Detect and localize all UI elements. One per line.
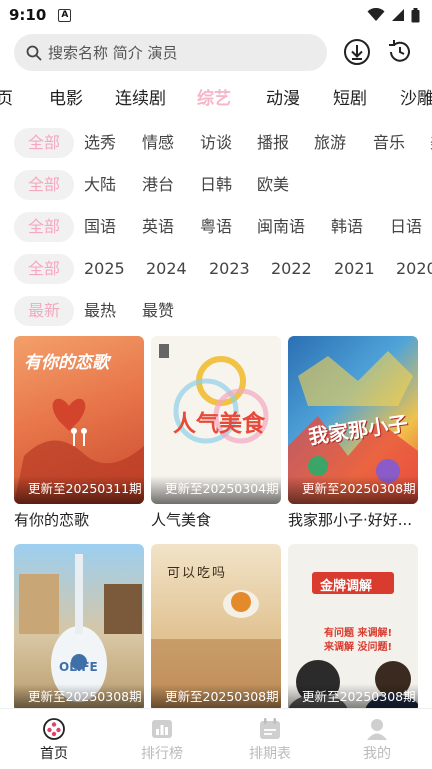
history-icon[interactable] xyxy=(385,37,415,67)
chip-language[interactable]: 闽南语 xyxy=(243,212,319,242)
poster[interactable]: 可以吃吗 更新至20250308期 xyxy=(151,544,281,712)
poster-slogan: 有问题 来调解! xyxy=(324,628,393,639)
poster-title: 有你的恋歌 xyxy=(24,353,109,373)
nav-label: 首页 xyxy=(40,746,68,762)
battery-icon xyxy=(411,7,420,22)
content-card[interactable]: OLIFE 更新至20250308期 xyxy=(14,544,144,712)
signal-icon xyxy=(392,9,404,21)
status-bar: 9:10 A xyxy=(0,0,432,30)
chip-genre-all[interactable]: 全部 xyxy=(14,128,75,158)
poster-title: 金牌调解 xyxy=(320,579,373,594)
chip-year[interactable]: 2021 xyxy=(320,254,389,284)
chip-year[interactable]: 2024 xyxy=(132,254,201,284)
status-icons xyxy=(367,7,420,23)
nav-label: 我的 xyxy=(363,746,391,762)
calendar-icon xyxy=(260,718,280,739)
chip-year[interactable]: 2025 xyxy=(70,254,139,284)
poster[interactable]: 有你的恋歌 更新至20250311期 xyxy=(14,336,144,504)
search-input[interactable]: 搜索名称 简介 演员 xyxy=(14,34,327,71)
chip-region[interactable]: 港台 xyxy=(128,170,188,200)
filter-sort: 最新 最热 最赞 xyxy=(0,296,432,330)
chip-language-all[interactable]: 全部 xyxy=(14,212,75,242)
episode-badge: 更新至20250304期 xyxy=(151,476,281,504)
nav-label: 排行榜 xyxy=(141,746,183,762)
chip-language[interactable]: 韩语 xyxy=(317,212,377,242)
tab-anime[interactable]: 动漫 xyxy=(266,84,300,109)
card-title: 人气美食 xyxy=(151,511,212,529)
poster[interactable]: 金牌调解 有问题 来调解! 来调解 没问题! 更新至20250308期 xyxy=(288,544,418,712)
search-icon xyxy=(26,45,42,60)
profile-icon xyxy=(367,719,387,740)
filter-region: 全部 大陆 港台 日韩 欧美 xyxy=(0,170,432,204)
chip-language[interactable]: 日语 xyxy=(376,212,432,242)
poster[interactable]: OLIFE 更新至20250308期 xyxy=(14,544,144,712)
chip-sort-liked[interactable]: 最赞 xyxy=(128,296,188,326)
poster-slogan: 来调解 没问题! xyxy=(324,642,393,653)
nav-home[interactable]: 首页 xyxy=(14,717,94,763)
home-reel-icon xyxy=(43,718,65,740)
content-card[interactable]: 可以吃吗 更新至20250308期 xyxy=(151,544,281,712)
nav-schedule[interactable]: 排期表 xyxy=(230,717,310,763)
content-card[interactable]: 金牌调解 有问题 来调解! 来调解 没问题! 更新至20250308期 xyxy=(288,544,418,712)
content-card[interactable]: 有你的恋歌 更新至20250311期 有你的恋歌 xyxy=(14,336,144,530)
chip-genre[interactable]: 访谈 xyxy=(186,128,246,158)
card-title: 我家那小子·好好... xyxy=(288,511,413,529)
chip-year[interactable]: 2023 xyxy=(195,254,264,284)
poster-title: OLIFE xyxy=(59,660,98,674)
search-placeholder: 搜索名称 简介 演员 xyxy=(48,44,178,62)
filter-year: 全部 2025 2024 2023 2022 2021 2020 xyxy=(0,254,432,288)
filter-genre: 全部 选秀 情感 访谈 播报 旅游 音乐 美 xyxy=(0,128,432,162)
status-time: 9:10 xyxy=(9,6,47,24)
download-icon[interactable] xyxy=(342,37,372,67)
chip-region[interactable]: 日韩 xyxy=(186,170,246,200)
chip-region[interactable]: 大陆 xyxy=(70,170,130,200)
chip-genre[interactable]: 情感 xyxy=(128,128,188,158)
chip-year[interactable]: 2022 xyxy=(257,254,326,284)
poster[interactable]: 我家那小子 更新至20250308期 xyxy=(288,336,418,504)
chip-genre[interactable]: 播报 xyxy=(243,128,303,158)
tab-variety[interactable]: 综艺 xyxy=(197,84,231,109)
chip-language[interactable]: 国语 xyxy=(70,212,130,242)
filter-language: 全部 国语 英语 粤语 闽南语 韩语 日语 xyxy=(0,212,432,246)
nav-profile[interactable]: 我的 xyxy=(337,717,417,763)
tab-funny[interactable]: 沙雕 xyxy=(400,84,432,109)
chip-genre[interactable]: 旅游 xyxy=(300,128,360,158)
search-row: 搜索名称 简介 演员 xyxy=(0,34,432,72)
content-card[interactable]: 人气美食 更新至20250304期 人气美食 xyxy=(151,336,281,530)
episode-badge: 更新至20250308期 xyxy=(288,476,418,504)
poster-title: 人气美食 xyxy=(173,411,265,437)
card-title: 有你的恋歌 xyxy=(14,511,90,529)
chip-genre[interactable]: 美 xyxy=(416,128,432,158)
chip-year-all[interactable]: 全部 xyxy=(14,254,75,284)
chip-sort-hot[interactable]: 最热 xyxy=(70,296,130,326)
tab-series[interactable]: 连续剧 xyxy=(115,84,166,109)
chip-language[interactable]: 粤语 xyxy=(186,212,246,242)
chart-icon xyxy=(152,720,172,738)
bottom-nav: 首页 排行榜 排期表 我的 xyxy=(0,708,432,769)
tab-movie[interactable]: 电影 xyxy=(49,84,83,109)
nav-ranking[interactable]: 排行榜 xyxy=(122,717,202,763)
tab-home-partial[interactable]: 页 xyxy=(0,84,13,109)
tab-short-drama[interactable]: 短剧 xyxy=(333,84,367,109)
chip-region[interactable]: 欧美 xyxy=(243,170,303,200)
content-card[interactable]: 我家那小子 更新至20250308期 我家那小子·好好... xyxy=(288,336,418,530)
episode-badge: 更新至20250311期 xyxy=(14,476,144,504)
poster[interactable]: 人气美食 更新至20250304期 xyxy=(151,336,281,504)
poster-title: 可以吃吗 xyxy=(167,566,228,581)
channel-tabs: 页 电影 连续剧 综艺 动漫 短剧 沙雕 xyxy=(0,80,432,112)
chip-region-all[interactable]: 全部 xyxy=(14,170,75,200)
nav-label: 排期表 xyxy=(249,746,291,762)
notification-icon: A xyxy=(58,8,72,22)
chip-genre[interactable]: 选秀 xyxy=(70,128,130,158)
chip-genre[interactable]: 音乐 xyxy=(359,128,419,158)
chip-language[interactable]: 英语 xyxy=(128,212,188,242)
wifi-icon xyxy=(367,8,385,21)
chip-sort-latest[interactable]: 最新 xyxy=(14,296,75,326)
chip-year[interactable]: 2020 xyxy=(382,254,432,284)
